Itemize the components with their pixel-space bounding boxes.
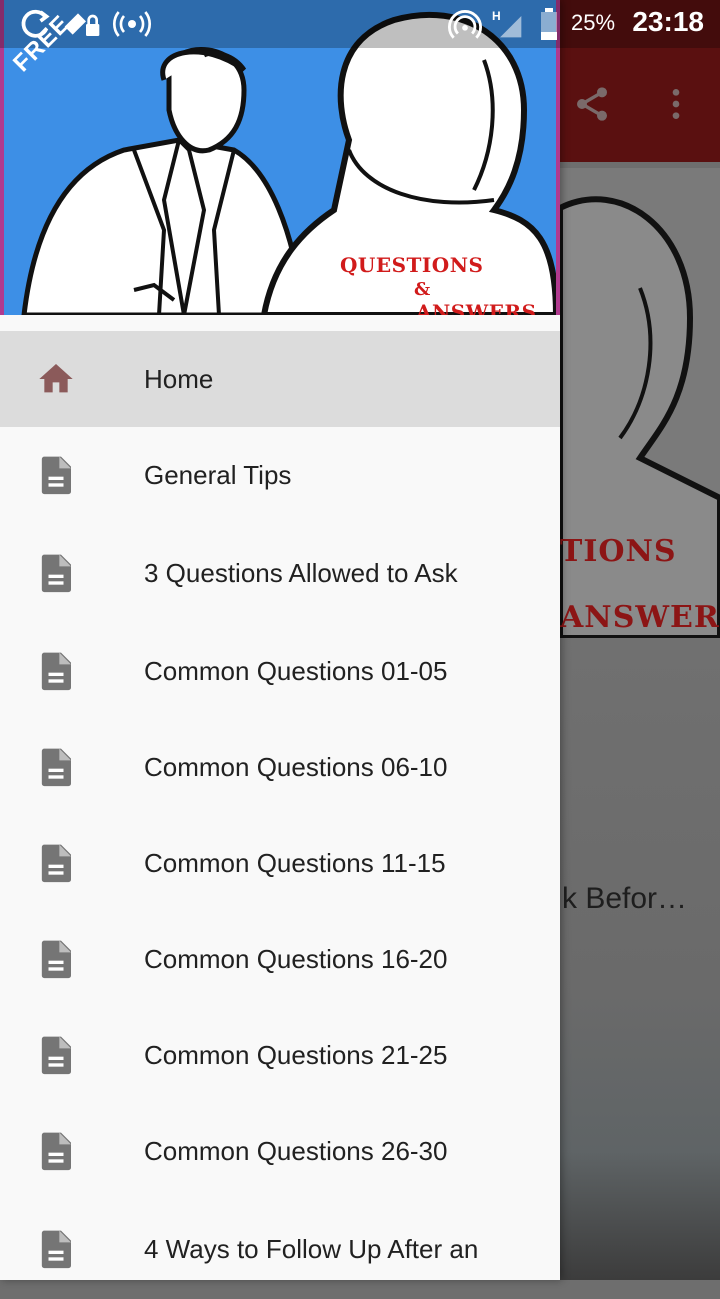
document-icon bbox=[36, 455, 76, 495]
document-icon bbox=[36, 843, 76, 883]
document-icon bbox=[36, 553, 76, 593]
battery-percent: 25% bbox=[571, 10, 616, 35]
document-icon bbox=[36, 1229, 76, 1269]
nav-item-0[interactable]: Home bbox=[0, 331, 560, 427]
nav-item-6[interactable]: Common Questions 16-20 bbox=[0, 911, 560, 1007]
header-text-questions: QUESTIONS bbox=[340, 253, 484, 277]
nav-item-label: Common Questions 11-15 bbox=[144, 847, 446, 878]
nav-item-label: 4 Ways to Follow Up After an bbox=[144, 1233, 479, 1264]
nav-item-5[interactable]: Common Questions 11-15 bbox=[0, 815, 560, 911]
signal-icon: H bbox=[490, 8, 526, 45]
more-options-icon[interactable] bbox=[652, 80, 700, 128]
nav-item-label: Common Questions 16-20 bbox=[144, 943, 448, 974]
wifi-calling-icon bbox=[448, 8, 482, 47]
home-icon bbox=[36, 359, 76, 399]
document-icon bbox=[36, 651, 76, 691]
battery-icon bbox=[538, 8, 560, 45]
hero-text-answers: ANSWER bbox=[560, 600, 720, 635]
document-icon bbox=[36, 1035, 76, 1075]
status-bar: H 25% 23:18 bbox=[0, 0, 720, 48]
nav-item-3[interactable]: Common Questions 01-05 bbox=[0, 623, 560, 719]
nav-item-label: Common Questions 21-25 bbox=[144, 1039, 448, 1070]
nav-item-2[interactable]: 3 Questions Allowed to Ask bbox=[0, 523, 560, 623]
share-icon[interactable] bbox=[568, 80, 616, 128]
nav-item-1[interactable]: General Tips bbox=[0, 427, 560, 523]
navigation-drawer: QUESTIONS & ANSWERS Home General Tips 3 Qu… bbox=[0, 0, 560, 1280]
clock: 23:18 bbox=[632, 6, 704, 37]
nav-item-label: 3 Questions Allowed to Ask bbox=[144, 557, 458, 588]
nav-item-8[interactable]: Common Questions 26-30 bbox=[0, 1103, 560, 1199]
nav-item-4[interactable]: Common Questions 06-10 bbox=[0, 719, 560, 815]
nav-item-7[interactable]: Common Questions 21-25 bbox=[0, 1007, 560, 1103]
document-icon bbox=[36, 747, 76, 787]
nav-item-label: Home bbox=[144, 363, 214, 394]
nav-item-label: Common Questions 26-30 bbox=[144, 1135, 448, 1166]
svg-text:H: H bbox=[492, 9, 501, 23]
nav-list: Home General Tips 3 Questions Allowed to A… bbox=[0, 331, 560, 1299]
document-icon bbox=[36, 939, 76, 979]
hotspot-icon bbox=[112, 8, 152, 45]
nav-item-label: General Tips bbox=[144, 459, 292, 490]
card-title: k Befor… bbox=[562, 882, 688, 915]
hero-text-questions: TIONS bbox=[560, 534, 677, 569]
nav-item-label: Common Questions 01-05 bbox=[144, 655, 448, 686]
nav-item-label: Common Questions 06-10 bbox=[144, 751, 448, 782]
document-icon bbox=[36, 1131, 76, 1171]
header-text-ampersand: & bbox=[414, 279, 431, 300]
header-text-answers: ANSWERS bbox=[416, 300, 537, 315]
nav-item-9[interactable]: 4 Ways to Follow Up After an bbox=[0, 1199, 560, 1299]
